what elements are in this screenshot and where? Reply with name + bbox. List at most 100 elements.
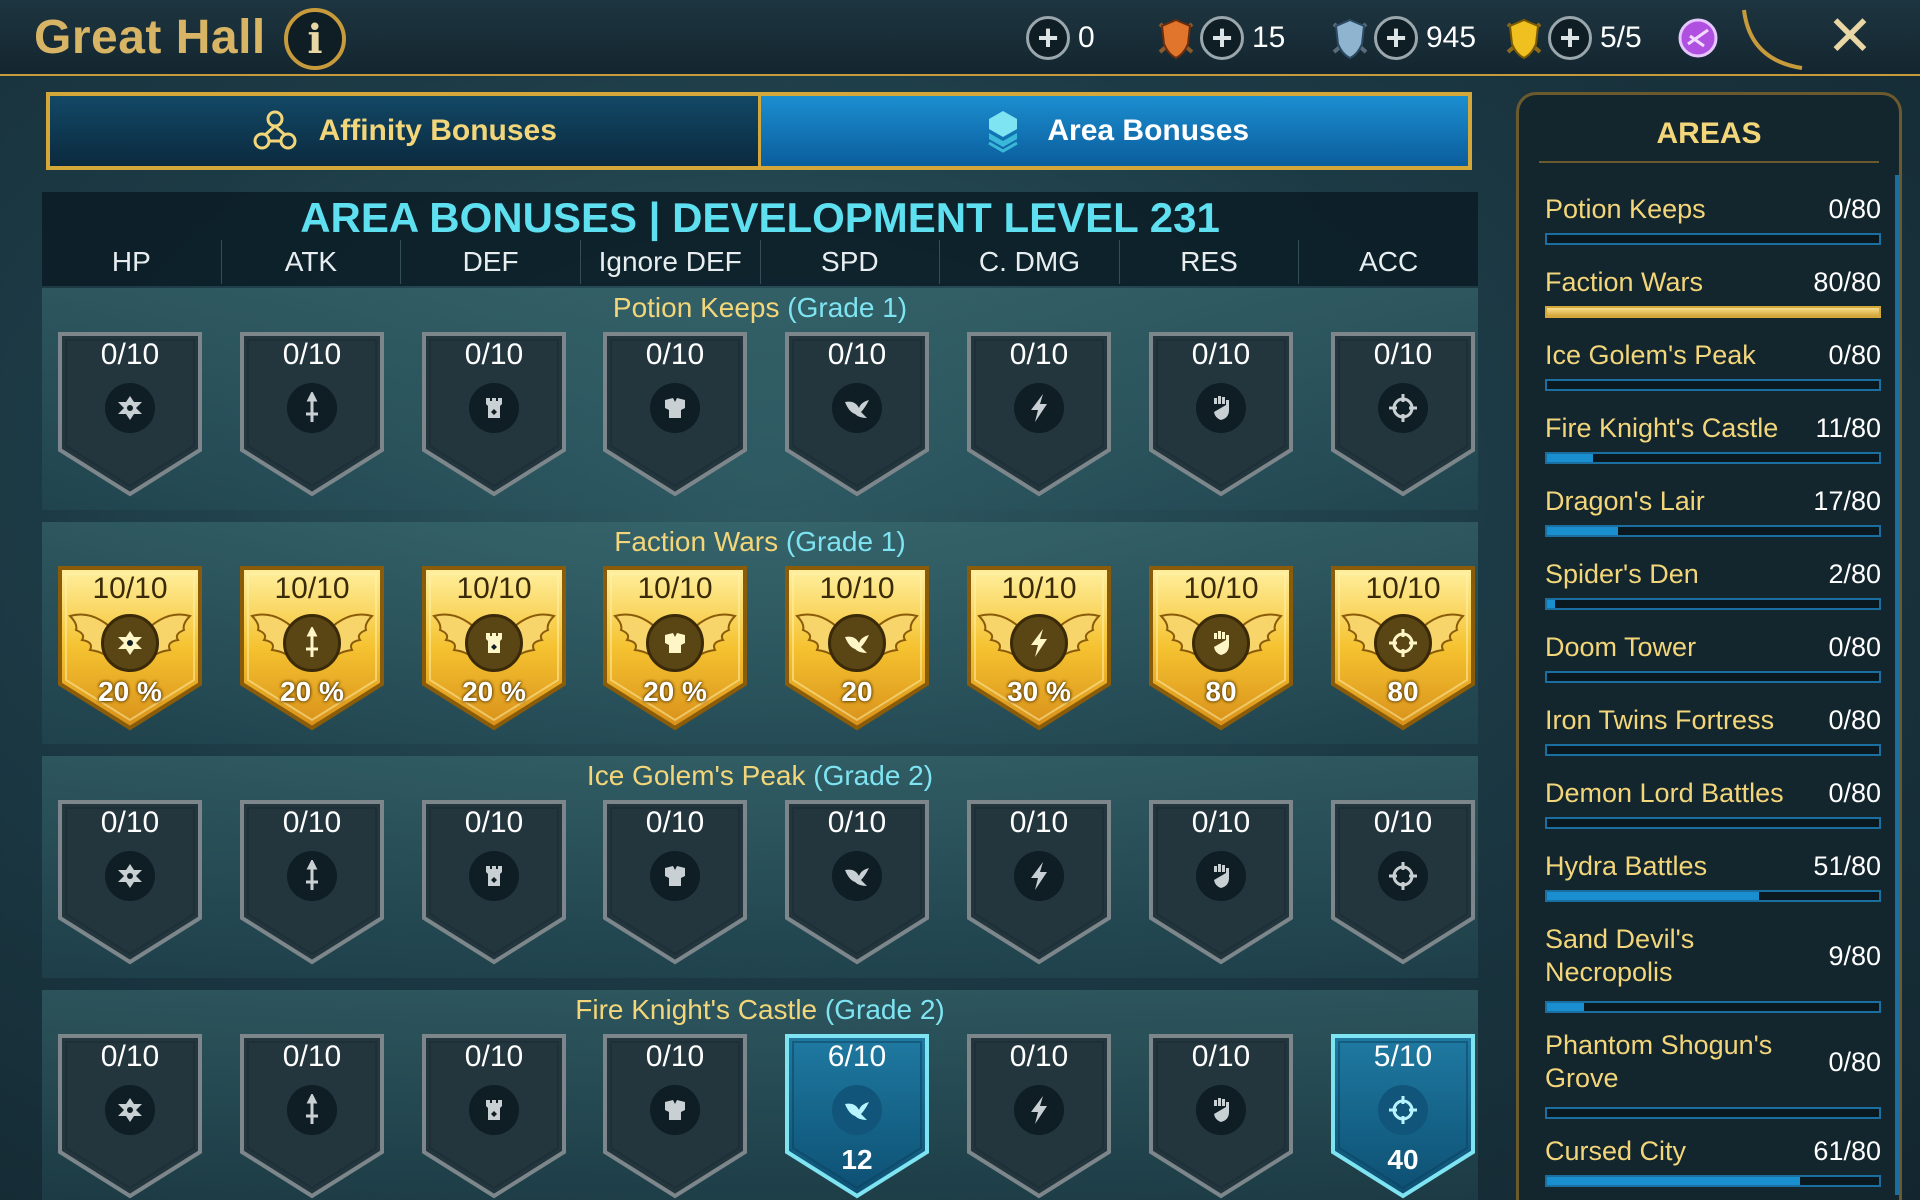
- stat-header-atk: ATK: [222, 240, 402, 284]
- area-section: Ice Golem's Peak (Grade 2) 0/10 0/10 0/1…: [42, 756, 1478, 978]
- area-item-count: 0/80: [1828, 194, 1881, 224]
- area-progress-fill: [1547, 454, 1593, 462]
- area-item-count: 0/80: [1828, 778, 1881, 808]
- area-grade: (Grade 2): [824, 994, 945, 1025]
- bonus-badge-atk[interactable]: 0/10: [238, 1032, 386, 1200]
- badge-progress: 0/10: [282, 338, 342, 371]
- badge-progress: 10/10: [274, 572, 350, 605]
- add-orange-shield-button[interactable]: +: [1026, 16, 1070, 60]
- bonus-badge-def[interactable]: 10/10 20 %: [420, 564, 568, 732]
- badge-bonus: 20 %: [462, 676, 526, 707]
- bonus-badge-spd[interactable]: 10/10 20: [783, 564, 931, 732]
- tab-bar: Affinity Bonuses Area Bonuses: [46, 92, 1472, 170]
- bonus-badge-ignore-def[interactable]: 0/10: [601, 798, 749, 966]
- area-icon: [988, 111, 1019, 153]
- stat-header-spd: SPD: [761, 240, 941, 284]
- badge-progress: 0/10: [645, 806, 705, 839]
- area-item-count: 0/80: [1828, 632, 1881, 662]
- main-header: AREA BONUSES | DEVELOPMENT LEVEL 231 HP …: [42, 192, 1478, 286]
- purple-gem-icon: [1678, 18, 1718, 58]
- badge-progress: 0/10: [1009, 806, 1069, 839]
- area-progress-bar: [1545, 306, 1881, 318]
- cdmg-icon: [1014, 851, 1064, 901]
- bonus-badge-atk[interactable]: 0/10: [238, 330, 386, 498]
- badge-bonus: 12: [841, 1144, 873, 1175]
- cdmg-icon: [1014, 383, 1064, 433]
- section-heading: AREA BONUSES | DEVELOPMENT LEVEL 231: [300, 194, 1220, 241]
- sidebar-title: AREAS: [1656, 117, 1762, 150]
- ignore-def-icon: [650, 1085, 700, 1135]
- scrollbar[interactable]: [1895, 175, 1899, 1195]
- area-progress-fill: [1547, 892, 1759, 900]
- corner-ornament-icon: [1742, 9, 1803, 70]
- bonus-badge-hp[interactable]: 0/10: [56, 1032, 204, 1200]
- bonus-badge-ignore-def[interactable]: 0/10: [601, 1032, 749, 1200]
- badge-row: 0/10 0/10 0/10: [42, 1032, 1478, 1200]
- acc-icon: [1374, 614, 1432, 672]
- add-blue-shield-button[interactable]: +: [1200, 16, 1244, 60]
- stat-column-headers: HP ATK DEF Ignore DEF SPD C. DMG RES ACC: [42, 240, 1478, 284]
- badge-bonus: 20: [841, 676, 873, 707]
- bonus-badge-def[interactable]: 0/10: [420, 1032, 568, 1200]
- badge-progress: 10/10: [1001, 572, 1077, 605]
- bonus-badge-res[interactable]: 10/10 80: [1147, 564, 1295, 732]
- bonus-badge-cdmg[interactable]: 10/10 30 %: [965, 564, 1113, 732]
- tab-area-bonuses[interactable]: Area Bonuses: [757, 96, 1468, 166]
- area-item-name: Spider's Den: [1545, 559, 1699, 589]
- area-progress-bar: [1545, 452, 1881, 464]
- area-progress-bar: [1545, 890, 1881, 902]
- close-icon[interactable]: ✕: [1820, 6, 1880, 66]
- spd-icon: [832, 851, 882, 901]
- area-progress-bar: [1545, 1175, 1881, 1187]
- res-icon: [1196, 851, 1246, 901]
- bonus-badge-atk[interactable]: 0/10: [238, 798, 386, 966]
- area-item-name: Fire Knight's Castle: [1545, 413, 1779, 443]
- area-item-name: Ice Golem's Peak: [1545, 340, 1756, 370]
- bonus-badge-ignore-def[interactable]: 0/10: [601, 330, 749, 498]
- atk-icon: [283, 614, 341, 672]
- bonus-badge-ignore-def[interactable]: 10/10 20 %: [601, 564, 749, 732]
- add-gold-shield-button[interactable]: +: [1374, 16, 1418, 60]
- add-purple-gem-button[interactable]: +: [1548, 16, 1592, 60]
- badge-progress: 0/10: [464, 338, 524, 371]
- area-item-name: Faction Wars: [1545, 267, 1704, 297]
- area-progress-bar: [1545, 233, 1881, 245]
- tab-label: Area Bonuses: [1047, 114, 1250, 147]
- bonus-badge-acc[interactable]: 0/10: [1329, 330, 1477, 498]
- bonus-badge-def[interactable]: 0/10: [420, 330, 568, 498]
- bonus-badge-res[interactable]: 0/10: [1147, 1032, 1295, 1200]
- badge-progress: 10/10: [1365, 572, 1441, 605]
- bonus-badge-acc[interactable]: 5/10 40: [1329, 1032, 1477, 1200]
- section-title: Fire Knight's Castle (Grade 2): [42, 994, 1478, 1026]
- tab-affinity-bonuses[interactable]: Affinity Bonuses: [50, 96, 758, 166]
- bonus-badge-cdmg[interactable]: 0/10: [965, 1032, 1113, 1200]
- bonus-badge-hp[interactable]: 0/10: [56, 798, 204, 966]
- spd-icon: [832, 383, 882, 433]
- badge-bonus: 20 %: [643, 676, 707, 707]
- resource-blue-shield: + 15: [1200, 14, 1374, 62]
- bonus-badge-res[interactable]: 0/10: [1147, 798, 1295, 966]
- def-icon: [469, 851, 519, 901]
- bonus-badge-acc[interactable]: 0/10: [1329, 798, 1477, 966]
- stat-header-res: RES: [1120, 240, 1300, 284]
- bonus-badge-def[interactable]: 0/10: [420, 798, 568, 966]
- bonus-badge-spd[interactable]: 0/10: [783, 330, 931, 498]
- area-item-name: Doom Tower: [1545, 632, 1697, 662]
- bonus-badge-spd[interactable]: 6/10 12: [783, 1032, 931, 1200]
- bonus-badge-atk[interactable]: 10/10 20 %: [238, 564, 386, 732]
- bonus-badge-cdmg[interactable]: 0/10: [965, 330, 1113, 498]
- ignore-def-icon: [650, 851, 700, 901]
- bonus-badge-hp[interactable]: 10/10 20 %: [56, 564, 204, 732]
- stat-header-ignore-def: Ignore DEF: [581, 240, 761, 284]
- badge-progress: 0/10: [1191, 338, 1251, 371]
- bonus-badge-spd[interactable]: 0/10: [783, 798, 931, 966]
- info-icon[interactable]: i: [284, 8, 346, 70]
- bonus-badge-cdmg[interactable]: 0/10: [965, 798, 1113, 966]
- bonus-badge-res[interactable]: 0/10: [1147, 330, 1295, 498]
- area-item-name: Cursed City: [1545, 1136, 1687, 1166]
- area-item-name: Demon Lord Battles: [1545, 778, 1784, 808]
- bonus-badge-hp[interactable]: 0/10: [56, 330, 204, 498]
- badge-progress: 5/10: [1373, 1040, 1433, 1073]
- bonus-badge-acc[interactable]: 10/10 80: [1329, 564, 1477, 732]
- resource-value: 15: [1252, 21, 1286, 54]
